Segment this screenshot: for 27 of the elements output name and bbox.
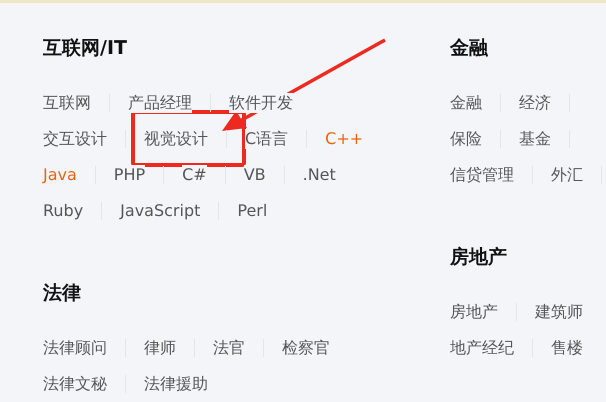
job-link[interactable]: Ruby [43,201,84,221]
category-title: 法律 [43,281,82,305]
job-link[interactable]: 律师 [144,338,176,358]
job-link[interactable]: 产品经理 [128,93,192,113]
job-link[interactable]: 视觉设计 [144,129,208,149]
job-link[interactable]: 法律顾问 [43,338,107,358]
category-title: 金融 [450,36,489,60]
job-link[interactable]: 法官 [213,338,245,358]
job-link[interactable]: 地产经纪 [450,338,514,358]
job-link[interactable]: JavaScript [120,201,200,221]
category-title: 互联网/IT [43,36,128,60]
job-link[interactable]: 建筑师 [535,302,583,322]
job-link[interactable]: 检察官 [282,338,330,358]
job-link[interactable]: 法律文秘 [43,374,107,394]
job-link[interactable]: 法律援助 [144,374,208,394]
job-link[interactable]: 信贷管理 [450,165,514,185]
job-link[interactable]: 外汇 [551,165,583,185]
job-link[interactable]: 交互设计 [43,129,107,149]
job-link[interactable]: 房地产 [450,302,498,322]
category-title: 房地产 [450,245,508,269]
job-link[interactable]: 保险 [450,129,482,149]
job-link[interactable]: 互联网 [43,93,91,113]
job-link[interactable]: 金融 [450,93,482,113]
job-link[interactable]: 售楼 [551,338,583,358]
job-link[interactable]: 软件开发 [229,93,293,113]
job-link[interactable]: 经济 [519,93,551,113]
job-link[interactable]: C语言 [245,129,288,149]
